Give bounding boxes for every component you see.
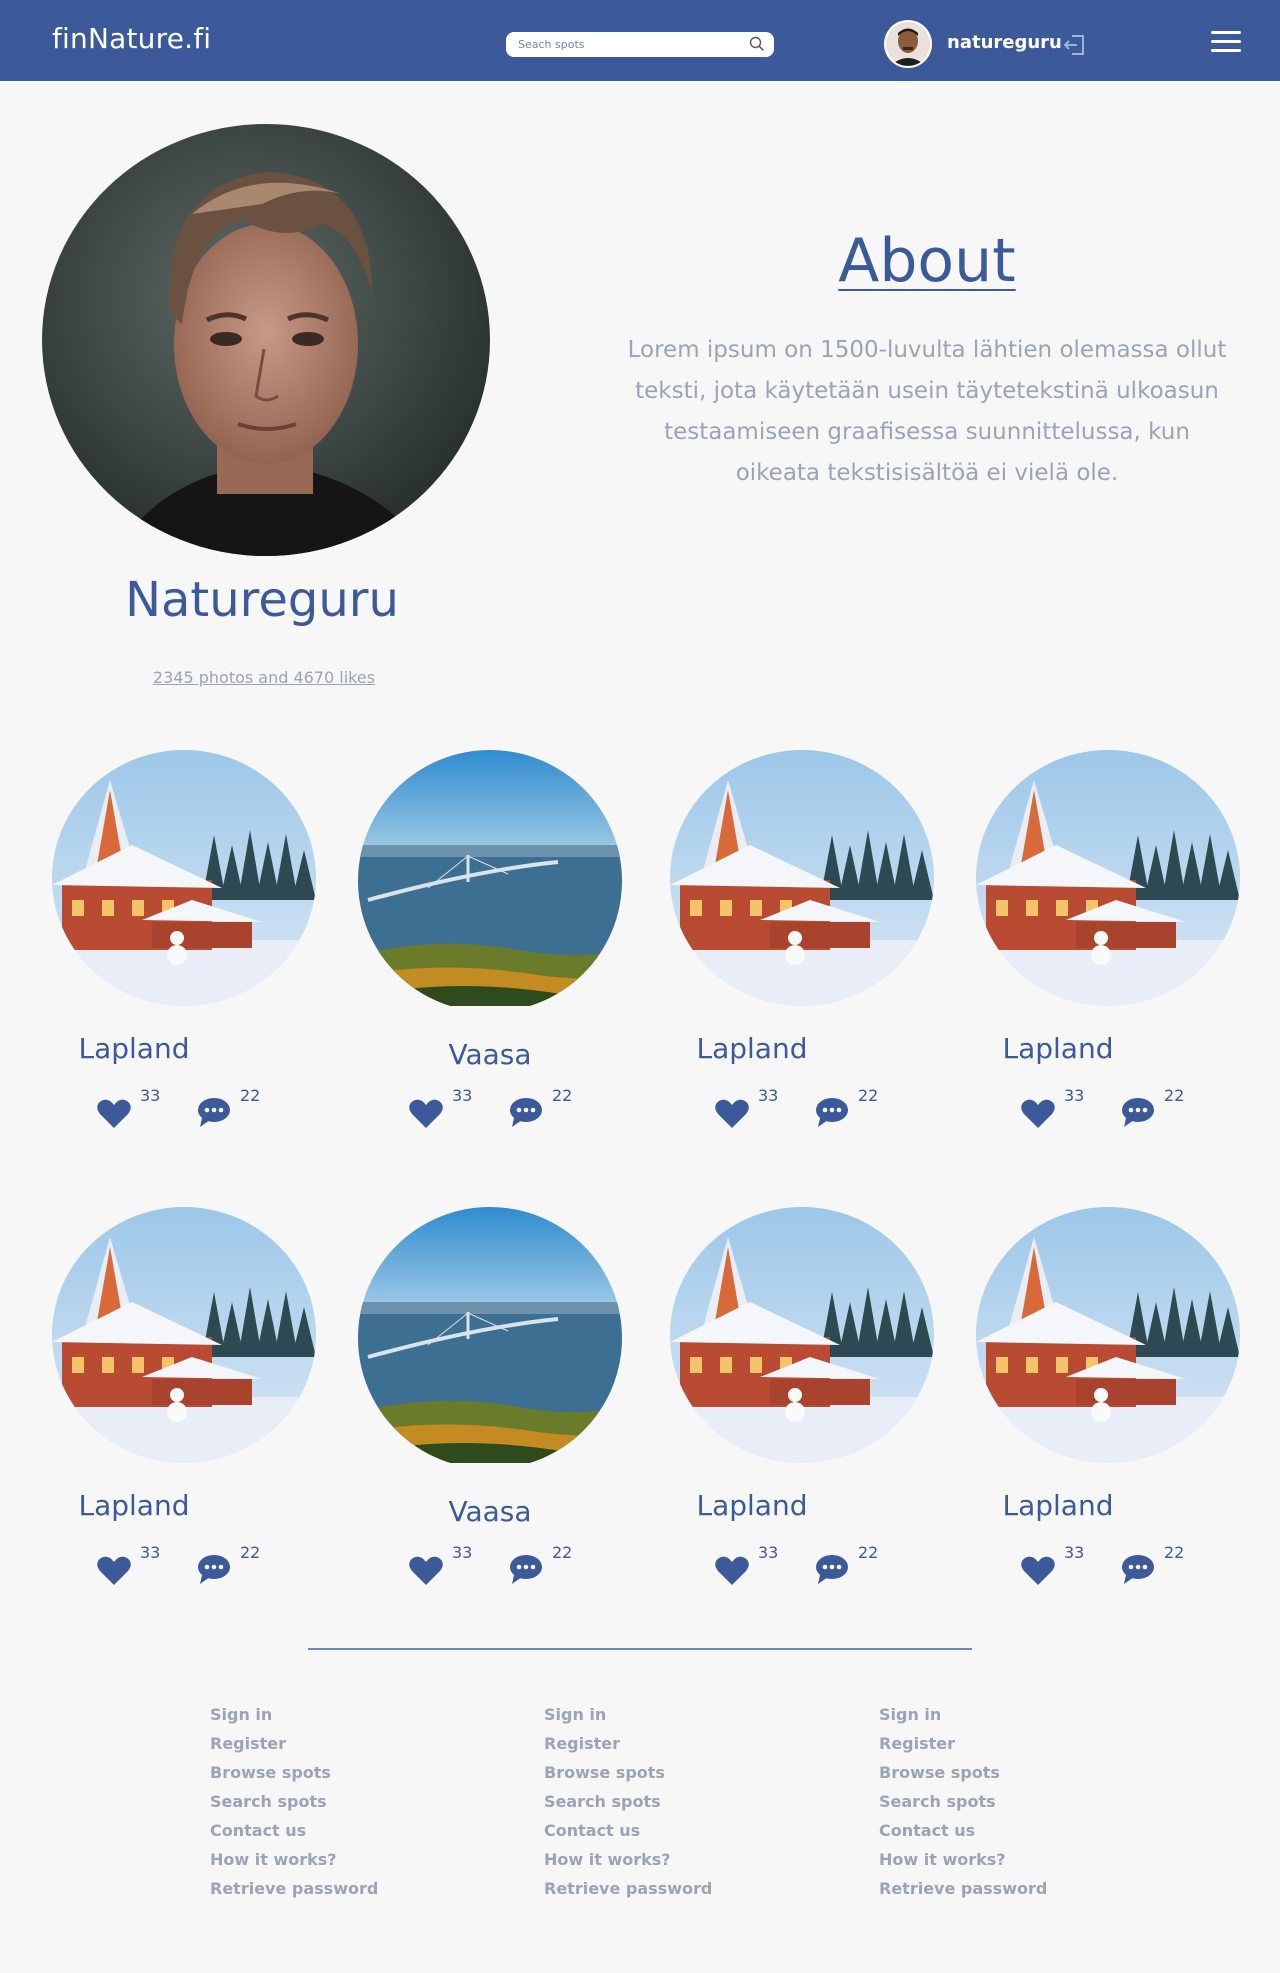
comment-count: 22: [552, 1543, 573, 1562]
footer-divider: [308, 1648, 972, 1650]
comment-bubble-icon[interactable]: [508, 1096, 544, 1128]
footer-link-browse-spots[interactable]: Browse spots: [210, 1758, 378, 1787]
spot-card[interactable]: Lapland 33 22: [52, 1207, 358, 1597]
spot-image[interactable]: [976, 750, 1240, 1006]
spot-image[interactable]: [358, 1207, 622, 1469]
comment-count: 22: [858, 1543, 879, 1562]
like-count: 33: [452, 1086, 473, 1105]
spot-card[interactable]: Vaasa 33 22: [358, 750, 664, 1140]
footer-link-sign-in[interactable]: Sign in: [210, 1700, 378, 1729]
like-count: 33: [1064, 1543, 1085, 1562]
footer-link-browse-spots[interactable]: Browse spots: [544, 1758, 712, 1787]
spot-card[interactable]: Lapland 33 22: [52, 750, 358, 1140]
spot-title[interactable]: Lapland: [926, 1032, 1190, 1065]
spot-card[interactable]: Lapland 33 22: [670, 1207, 976, 1597]
spot-image[interactable]: [670, 1207, 934, 1463]
spot-image[interactable]: [670, 750, 934, 1006]
footer-link-search-spots[interactable]: Search spots: [879, 1787, 1047, 1816]
spot-card[interactable]: Lapland 33 22: [670, 750, 976, 1140]
comment-count: 22: [240, 1086, 261, 1105]
like-heart-icon[interactable]: [96, 1098, 132, 1130]
comment-count: 22: [552, 1086, 573, 1105]
footer-link-retrieve-password[interactable]: Retrieve password: [879, 1874, 1047, 1903]
spot-title[interactable]: Lapland: [926, 1489, 1190, 1522]
spot-image[interactable]: [358, 750, 622, 1012]
footer-link-search-spots[interactable]: Search spots: [544, 1787, 712, 1816]
profile-photo: [42, 124, 490, 556]
profile-name: Natureguru: [125, 572, 399, 628]
like-heart-icon[interactable]: [408, 1555, 444, 1587]
footer-link-register[interactable]: Register: [544, 1729, 712, 1758]
footer-link-contact-us[interactable]: Contact us: [879, 1816, 1047, 1845]
user-avatar[interactable]: [884, 20, 932, 68]
comment-bubble-icon[interactable]: [1120, 1096, 1156, 1128]
spot-card[interactable]: Vaasa 33 22: [358, 1207, 664, 1597]
footer-link-how-it-works[interactable]: How it works?: [544, 1845, 712, 1874]
spot-title[interactable]: Lapland: [620, 1032, 884, 1065]
footer-link-search-spots[interactable]: Search spots: [210, 1787, 378, 1816]
search-input[interactable]: [518, 35, 738, 53]
logout-icon[interactable]: [1062, 32, 1088, 58]
top-nav-bar: finNature.fi natureguru: [0, 0, 1280, 81]
footer-link-browse-spots[interactable]: Browse spots: [879, 1758, 1047, 1787]
like-heart-icon[interactable]: [714, 1555, 750, 1587]
comment-bubble-icon[interactable]: [814, 1553, 850, 1585]
footer-link-retrieve-password[interactable]: Retrieve password: [544, 1874, 712, 1903]
footer-column: Sign in Register Browse spots Search spots C…: [210, 1700, 378, 1903]
comment-count: 22: [858, 1086, 879, 1105]
like-count: 33: [758, 1543, 779, 1562]
footer-link-register[interactable]: Register: [879, 1729, 1047, 1758]
hamburger-menu-icon[interactable]: [1210, 29, 1242, 55]
spot-title[interactable]: Vaasa: [358, 1038, 622, 1071]
like-heart-icon[interactable]: [96, 1555, 132, 1587]
footer-link-how-it-works[interactable]: How it works?: [879, 1845, 1047, 1874]
spot-card[interactable]: Lapland 33 22: [976, 750, 1280, 1140]
footer-link-register[interactable]: Register: [210, 1729, 378, 1758]
like-heart-icon[interactable]: [714, 1098, 750, 1130]
about-text: Lorem ipsum on 1500-luvulta lähtien olem…: [627, 337, 1227, 486]
spot-title[interactable]: Lapland: [2, 1032, 266, 1065]
footer-link-retrieve-password[interactable]: Retrieve password: [210, 1874, 378, 1903]
comment-bubble-icon[interactable]: [814, 1096, 850, 1128]
comment-bubble-icon[interactable]: [508, 1553, 544, 1585]
comment-bubble-icon[interactable]: [196, 1553, 232, 1585]
about-heading: About: [838, 226, 1016, 296]
spot-image[interactable]: [52, 1207, 316, 1463]
comment-bubble-icon[interactable]: [196, 1096, 232, 1128]
footer-link-sign-in[interactable]: Sign in: [544, 1700, 712, 1729]
like-heart-icon[interactable]: [1020, 1098, 1056, 1130]
footer-link-contact-us[interactable]: Contact us: [544, 1816, 712, 1845]
like-heart-icon[interactable]: [408, 1098, 444, 1130]
spot-title[interactable]: Vaasa: [358, 1495, 622, 1528]
search-icon[interactable]: [748, 35, 766, 53]
spot-title[interactable]: Lapland: [2, 1489, 266, 1522]
comment-count: 22: [1164, 1086, 1185, 1105]
footer-column: Sign in Register Browse spots Search spots C…: [544, 1700, 712, 1903]
comment-count: 22: [1164, 1543, 1185, 1562]
search-box[interactable]: [506, 32, 774, 57]
like-count: 33: [140, 1543, 161, 1562]
comment-count: 22: [240, 1543, 261, 1562]
like-count: 33: [758, 1086, 779, 1105]
spot-title[interactable]: Lapland: [620, 1489, 884, 1522]
spot-card[interactable]: Lapland 33 22: [976, 1207, 1280, 1597]
comment-bubble-icon[interactable]: [1120, 1553, 1156, 1585]
footer-link-sign-in[interactable]: Sign in: [879, 1700, 1047, 1729]
profile-stats-link[interactable]: 2345 photos and 4670 likes: [0, 668, 528, 687]
footer-link-how-it-works[interactable]: How it works?: [210, 1845, 378, 1874]
spot-image[interactable]: [52, 750, 316, 1006]
like-count: 33: [452, 1543, 473, 1562]
site-logo[interactable]: finNature.fi: [52, 22, 211, 55]
footer-link-contact-us[interactable]: Contact us: [210, 1816, 378, 1845]
spot-image[interactable]: [976, 1207, 1240, 1463]
footer-column: Sign in Register Browse spots Search spots C…: [879, 1700, 1047, 1903]
header-username[interactable]: natureguru: [947, 32, 1062, 53]
like-heart-icon[interactable]: [1020, 1555, 1056, 1587]
like-count: 33: [140, 1086, 161, 1105]
like-count: 33: [1064, 1086, 1085, 1105]
